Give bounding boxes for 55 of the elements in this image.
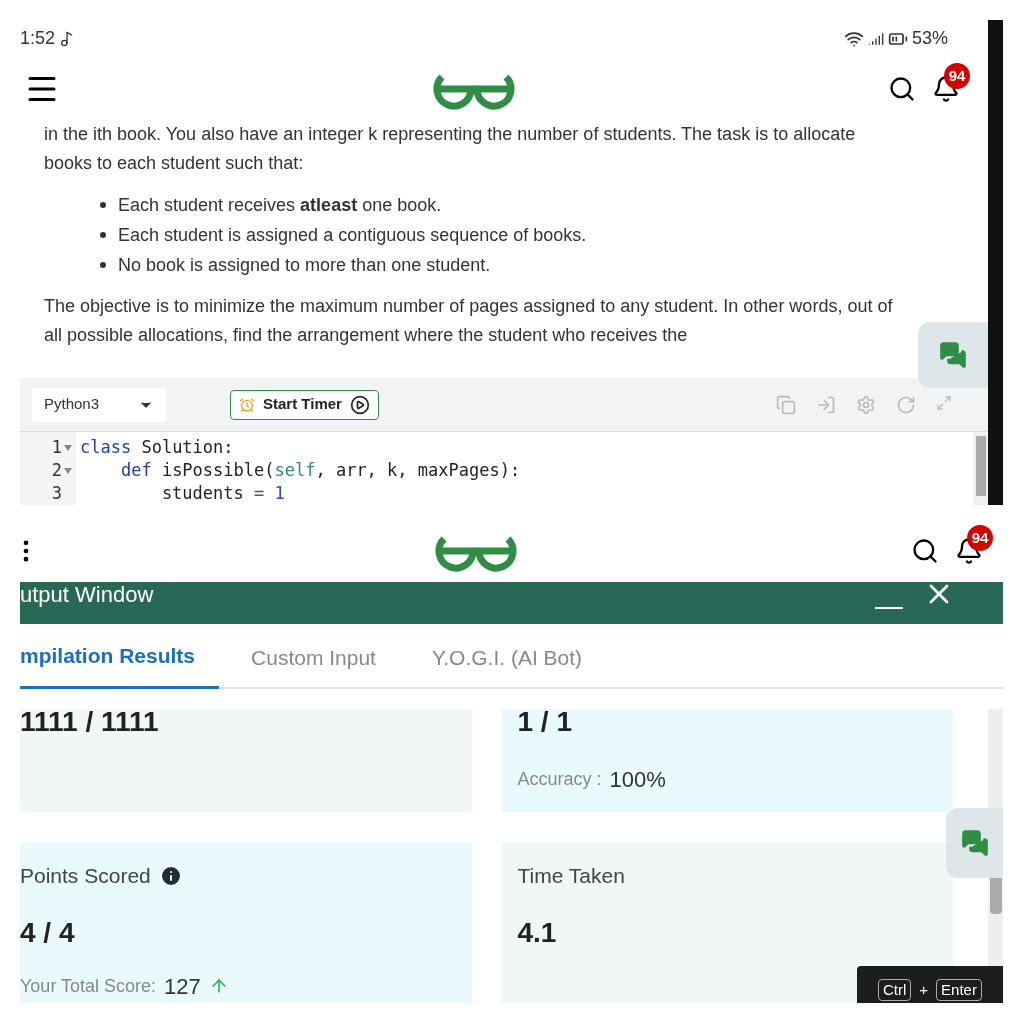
- card-value: 4.1: [517, 915, 558, 950]
- bullet-text: Each student receives atleast one book.: [118, 193, 442, 217]
- alarm-icon: [239, 396, 255, 413]
- card-value: 1 / 1: [517, 705, 573, 739]
- bullet-icon: [100, 231, 106, 238]
- code-line: def isPossible(self, arr, k, maxPages):: [119, 459, 521, 482]
- settings-icon[interactable]: [856, 394, 876, 415]
- search-icon[interactable]: [888, 74, 916, 103]
- import-icon[interactable]: [816, 394, 836, 415]
- card-label: Time Taken: [517, 863, 625, 889]
- keyboard-key: Enter: [936, 979, 982, 1001]
- chat-button[interactable]: [946, 808, 1003, 878]
- bullet-text: No book is assigned to more than one student.: [118, 253, 491, 277]
- search-icon[interactable]: [911, 537, 939, 565]
- tab[interactable]: Custom Input: [227, 626, 400, 689]
- window-title: utput Window: [20, 582, 154, 608]
- info-icon[interactable]: [158, 863, 183, 888]
- problem-text: in the ith book. You also have an integer k representing the number of students. The task is to allocate books to each student such that:: [44, 122, 857, 175]
- caption-value: 127: [164, 972, 201, 1001]
- language-select[interactable]: Python3: [32, 387, 166, 422]
- code-line: class Solution:: [80, 436, 234, 459]
- caption-label: Your Total Score:: [20, 974, 157, 998]
- play-icon: [349, 394, 370, 415]
- caption-label: Accuracy :: [517, 768, 602, 791]
- chat-icon: [939, 341, 967, 369]
- battery-percent: 53%: [911, 27, 948, 51]
- line-number: 1: [51, 436, 62, 459]
- tab[interactable]: mpilation Results: [20, 626, 220, 689]
- bullet-text: Each student is assigned a contiguous sequence of books.: [118, 223, 587, 247]
- card-label: Points Scored: [20, 863, 151, 889]
- chat-button[interactable]: [918, 322, 988, 388]
- fold-caret-icon[interactable]: [64, 444, 72, 451]
- tab[interactable]: Y.O.G.I. (AI Bot): [407, 626, 607, 689]
- problem-text: The objective is to minimize the maximum number of pages assigned to any student. In other words, out of all possible allocations, find the arrangement where the student who receives the: [44, 294, 894, 347]
- notification-badge: 94: [944, 62, 970, 89]
- bullet-icon: [100, 261, 106, 268]
- notification-badge: 94: [967, 525, 993, 551]
- reset-icon[interactable]: [896, 394, 916, 415]
- fullscreen-icon[interactable]: [936, 394, 952, 411]
- bullet-icon: [100, 201, 106, 208]
- chat-icon: [960, 829, 989, 857]
- keyboard-key: Ctrl: [878, 979, 912, 1001]
- plus-sign: +: [919, 979, 929, 1000]
- fold-caret-icon[interactable]: [64, 467, 72, 474]
- code-line: students = 1: [160, 482, 285, 505]
- line-number: 2: [51, 459, 62, 482]
- card-value: 1111 / 1111: [20, 705, 160, 739]
- signal-icon: [867, 30, 884, 47]
- line-number: 3: [51, 482, 62, 505]
- start-timer-button[interactable]: Start Timer: [230, 389, 379, 420]
- scrollbar-thumb[interactable]: [975, 436, 986, 496]
- copy-icon[interactable]: [776, 394, 796, 415]
- status-time: 1:52: [20, 27, 56, 51]
- card-value: 4 / 4: [20, 915, 76, 950]
- caption-value: 100%: [609, 766, 666, 794]
